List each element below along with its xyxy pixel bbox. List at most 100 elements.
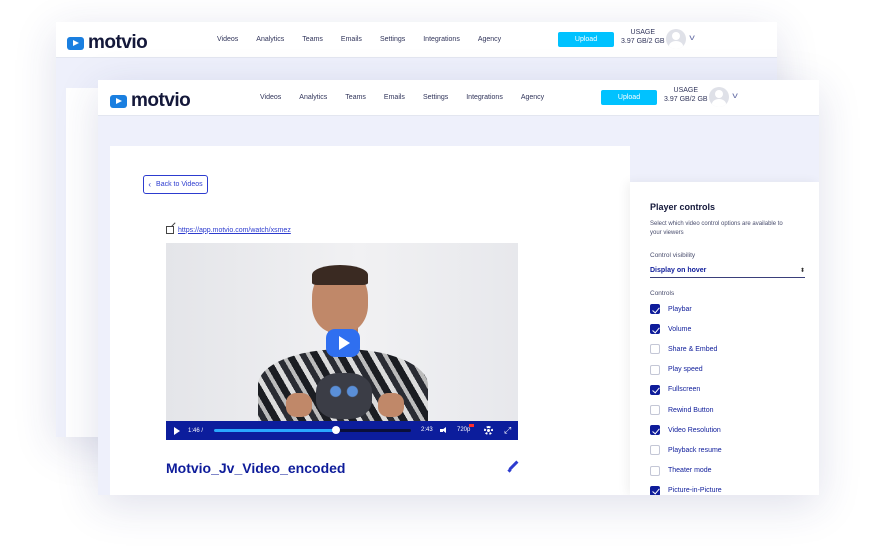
logo-play-icon — [110, 94, 127, 108]
video-card: ‹ Back to Videos https://app.motvio.com/… — [110, 146, 630, 495]
control-checkbox[interactable] — [650, 445, 660, 456]
control-label: Share & Embed — [668, 345, 718, 353]
control-checkbox[interactable] — [650, 324, 660, 335]
control-label: Playbar — [668, 305, 692, 313]
control-label: Rewind Button — [668, 406, 714, 414]
avatar[interactable] — [709, 87, 729, 107]
control-checkbox[interactable] — [650, 304, 660, 314]
nav-emails[interactable]: Emails — [341, 36, 362, 43]
back-label: Back to Videos — [156, 181, 203, 188]
usage-value: 3.97 GB/2 GB — [664, 96, 708, 103]
fullscreen-icon[interactable]: ⤢ — [504, 426, 513, 435]
control-option[interactable]: Volume — [650, 324, 692, 335]
control-checkbox[interactable] — [650, 364, 660, 375]
page-body: ‹ Back to Videos https://app.motvio.com/… — [98, 116, 819, 495]
control-checkbox[interactable] — [650, 344, 660, 355]
nav-agency[interactable]: Agency — [521, 94, 544, 101]
upload-button[interactable]: Upload — [558, 32, 614, 47]
panel-description: Select which video control options are a… — [650, 221, 783, 236]
panel-heading: Player controls — [650, 202, 716, 212]
control-label: Video Resolution — [668, 426, 721, 434]
nav-agency[interactable]: Agency — [478, 36, 501, 43]
control-option[interactable]: Picture-in-Picture — [650, 485, 722, 495]
control-label: Theater mode — [668, 467, 712, 475]
nav-analytics[interactable]: Analytics — [299, 94, 327, 101]
logo-wordmark: motvio — [131, 90, 191, 111]
control-option[interactable]: Share & Embed — [650, 344, 718, 355]
control-option[interactable]: Play speed — [650, 364, 703, 375]
controls-label: Controls — [650, 290, 675, 297]
player-control-bar: 1:46 / 2:43 720p ⤢ — [166, 421, 518, 440]
seek-progress — [214, 429, 337, 432]
external-link-icon[interactable] — [166, 226, 174, 234]
control-checkbox[interactable] — [650, 465, 660, 476]
logo-wordmark: motvio — [88, 32, 148, 53]
control-label: Playback resume — [668, 446, 722, 454]
control-label: Fullscreen — [668, 386, 701, 394]
control-option[interactable]: Playback resume — [650, 445, 722, 456]
video-player[interactable]: 1:46 / 2:43 720p ⤢ — [166, 243, 518, 440]
seek-handle[interactable] — [332, 426, 341, 434]
control-label: Volume — [668, 325, 692, 333]
nav-teams[interactable]: Teams — [302, 36, 323, 43]
nav-integrations[interactable]: Integrations — [466, 94, 503, 101]
control-checkbox[interactable] — [650, 425, 660, 436]
current-time: 1:46 / — [188, 427, 204, 434]
control-checkbox[interactable] — [650, 405, 660, 415]
upload-button[interactable]: Upload — [601, 90, 657, 105]
control-visibility-select[interactable]: Display on hover ⬍ — [650, 264, 805, 278]
control-label: Play speed — [668, 366, 703, 374]
chevron-left-icon: ‹ — [148, 180, 152, 189]
main-window: motvio Videos Analytics Teams Emails Set… — [98, 80, 819, 495]
control-option[interactable]: Theater mode — [650, 465, 712, 476]
video-title: Motvio_Jv_Video_encoded — [166, 460, 346, 476]
nav-analytics[interactable]: Analytics — [256, 36, 284, 43]
control-option[interactable]: Video Resolution — [650, 425, 721, 436]
control-visibility-label: Control visibility — [650, 252, 696, 259]
share-url: https://app.motvio.com/watch/xsmez — [166, 226, 291, 234]
edit-pencil-icon[interactable] — [507, 460, 519, 472]
logo[interactable]: motvio — [67, 32, 148, 54]
control-option[interactable]: Playbar — [650, 304, 692, 314]
video-url-link[interactable]: https://app.motvio.com/watch/xsmez — [178, 227, 291, 234]
chevron-down-icon[interactable]: v — [689, 33, 695, 42]
stage: motvio Videos Analytics Teams Emails Set… — [0, 0, 875, 559]
usage-meter: USAGE 3.97 GB/2 GB — [621, 29, 665, 45]
control-option[interactable]: Fullscreen — [650, 384, 701, 395]
resolution-selector[interactable]: 720p — [457, 427, 470, 433]
player-controls-panel: Player controls Select which video contr… — [630, 182, 819, 495]
logo[interactable]: motvio — [110, 90, 191, 112]
back-to-videos-button[interactable]: ‹ Back to Videos — [143, 175, 208, 194]
usage-meter: USAGE 3.97 GB/2 GB — [664, 87, 708, 103]
nav-integrations[interactable]: Integrations — [423, 36, 460, 43]
control-checkbox[interactable] — [650, 384, 660, 395]
top-nav: motvio Videos Analytics Teams Emails Set… — [98, 80, 819, 116]
gear-icon[interactable] — [484, 426, 493, 435]
control-option[interactable]: Rewind Button — [650, 405, 714, 415]
nav-settings[interactable]: Settings — [423, 94, 448, 101]
logo-play-icon — [67, 36, 84, 50]
duration: 2:43 — [421, 427, 433, 433]
nav-videos[interactable]: Videos — [260, 94, 281, 101]
control-visibility-value: Display on hover — [650, 267, 707, 274]
nav-settings[interactable]: Settings — [380, 36, 405, 43]
resolution-badge — [469, 424, 474, 427]
control-label: Picture-in-Picture — [668, 487, 722, 495]
main-menu: Videos Analytics Teams Emails Settings I… — [260, 94, 562, 101]
chevron-down-icon[interactable]: v — [732, 91, 738, 100]
nav-emails[interactable]: Emails — [384, 94, 405, 101]
seek-bar[interactable] — [214, 426, 411, 434]
top-nav-back: motvio Videos Analytics Teams Emails Set… — [56, 22, 777, 58]
select-caret-icon: ⬍ — [799, 268, 805, 274]
usage-label: USAGE — [630, 29, 656, 36]
big-play-button[interactable] — [326, 329, 360, 357]
usage-value: 3.97 GB/2 GB — [621, 38, 665, 45]
control-checkbox[interactable] — [650, 485, 660, 495]
usage-label: USAGE — [673, 87, 699, 94]
play-icon[interactable] — [174, 426, 180, 435]
avatar[interactable] — [666, 29, 686, 49]
main-menu-back: Videos Analytics Teams Emails Settings I… — [217, 36, 519, 43]
nav-videos[interactable]: Videos — [217, 36, 238, 43]
volume-icon[interactable] — [440, 427, 448, 434]
nav-teams[interactable]: Teams — [345, 94, 366, 101]
